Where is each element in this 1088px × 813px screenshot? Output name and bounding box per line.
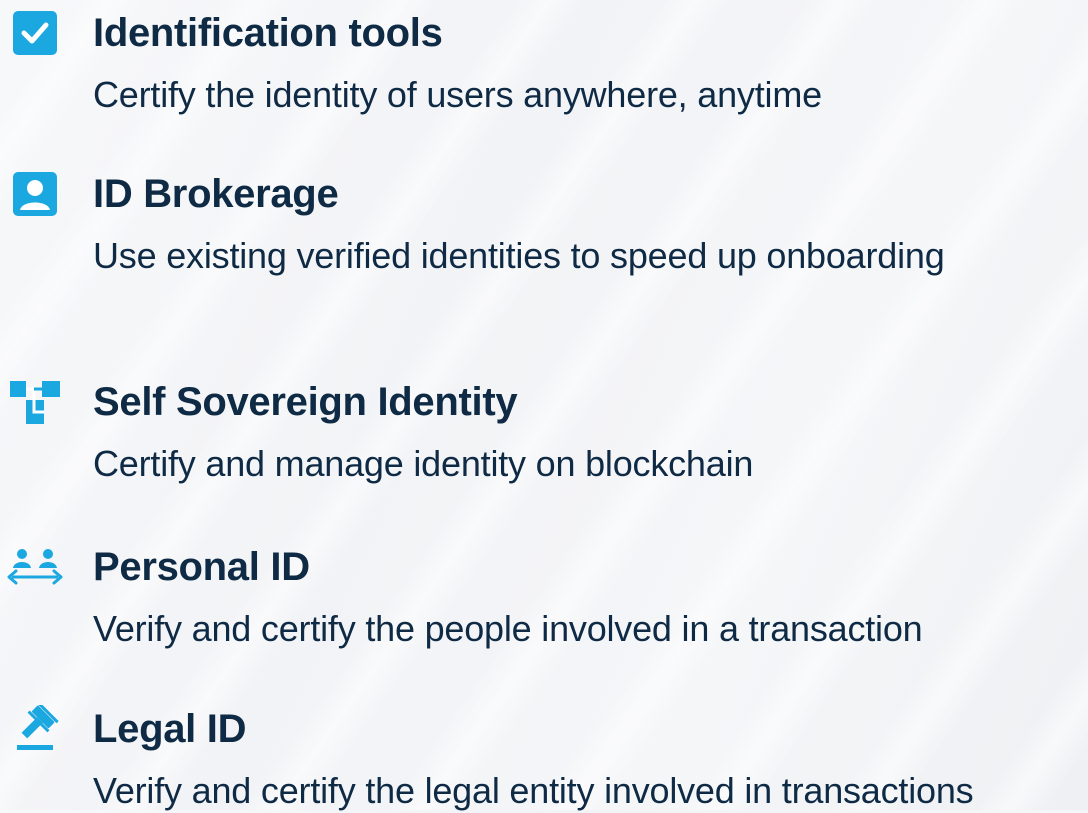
feature-title: Legal ID <box>93 707 247 751</box>
feature-description: Verify and certify the legal entity invo… <box>93 770 974 811</box>
feature-title: Self Sovereign Identity <box>93 380 518 424</box>
feature-title: ID Brokerage <box>93 172 339 216</box>
feature-title: Personal ID <box>93 545 310 589</box>
feature-description: Certify the identity of users anywhere, … <box>93 74 822 115</box>
blockchain-icon <box>6 378 64 426</box>
checkbox-icon <box>6 9 64 57</box>
feature-description: Certify and manage identity on blockchai… <box>93 443 754 484</box>
user-id-icon <box>6 170 64 218</box>
people-exchange-icon <box>6 543 64 591</box>
feature-description: Use existing verified identities to spee… <box>93 235 945 276</box>
feature-description: Verify and certify the people involved i… <box>93 608 923 649</box>
gavel-icon <box>6 705 64 753</box>
feature-title: Identification tools <box>93 11 443 55</box>
